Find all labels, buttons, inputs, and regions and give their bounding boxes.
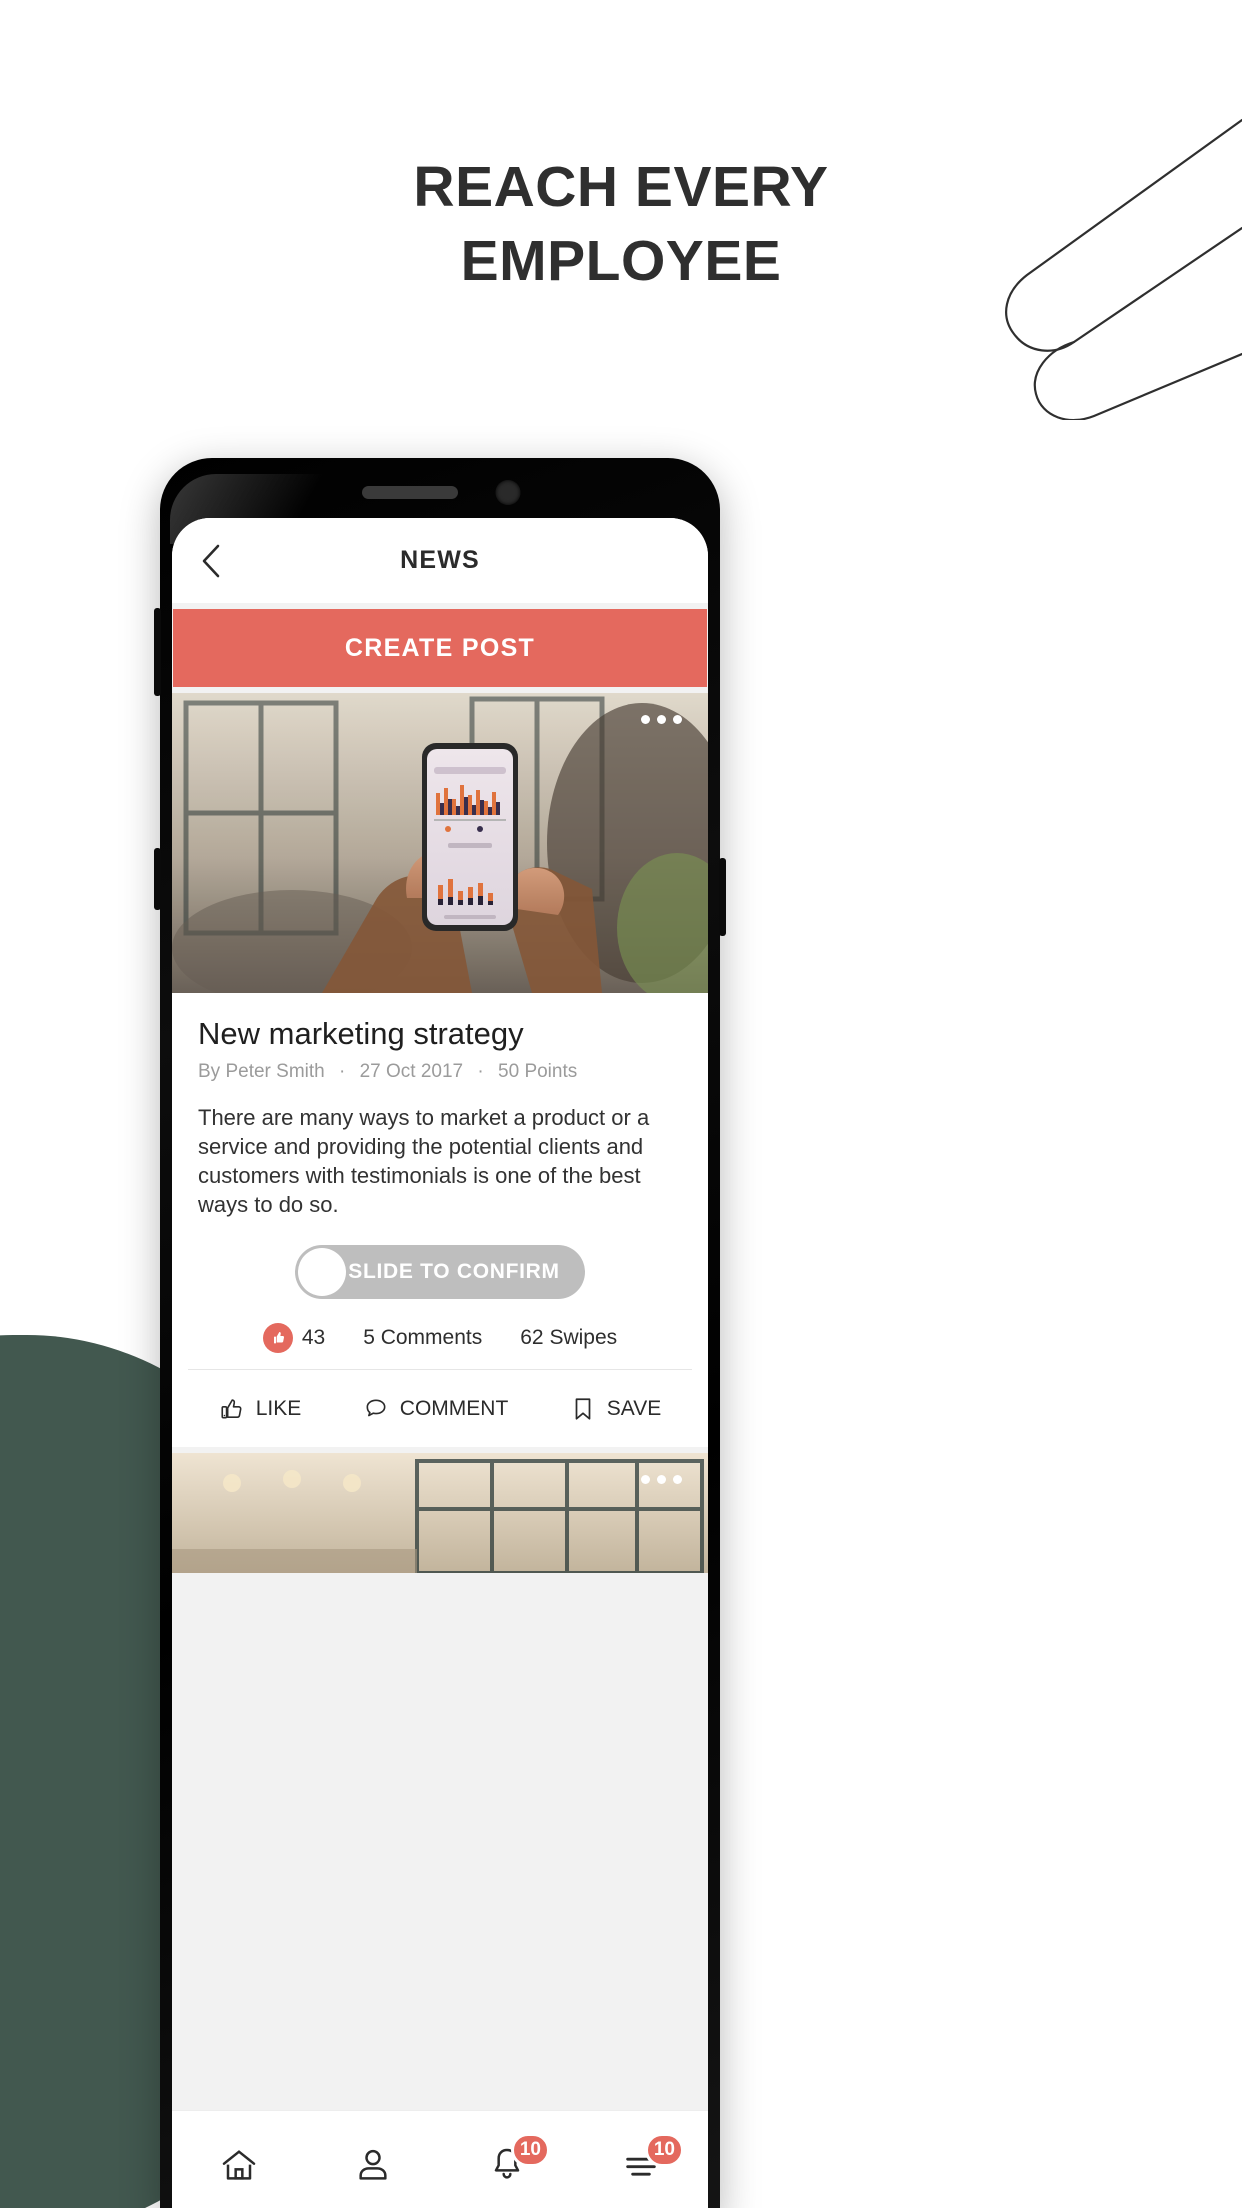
post-meta: By Peter Smith · 27 Oct 2017 · 50 Points (198, 1061, 682, 1083)
create-post-button[interactable]: CREATE POST (173, 609, 707, 687)
thumbs-up-glyph (273, 1332, 284, 1344)
page-headline: REACH EVERY EMPLOYEE (0, 150, 1242, 298)
post-action-bar: LIKE COMMENT SAVE (188, 1369, 692, 1447)
likes-count: 43 (301, 1326, 326, 1350)
likes-stat[interactable]: 43 (262, 1323, 326, 1354)
post-image (172, 693, 708, 993)
like-button[interactable]: LIKE (219, 1396, 302, 1422)
nav-item-menu[interactable]: 10 (606, 2132, 684, 2195)
save-label: SAVE (606, 1396, 662, 1420)
notifications-badge: 10 (510, 2132, 550, 2167)
post-stats: 43 5 Comments 62 Swipes (172, 1305, 708, 1369)
dot-1 (641, 715, 650, 724)
headline-line-2: EMPLOYEE (460, 229, 782, 294)
post-2-photo-graphic (172, 1453, 708, 1574)
post-author: By Peter Smith (198, 1061, 325, 1083)
app-nav-bar: NEWS (172, 518, 708, 603)
post-points: 50 Points (498, 1061, 578, 1083)
bookmark-icon (575, 1398, 591, 1420)
person-icon (359, 2149, 387, 2180)
slider-knob[interactable] (298, 1248, 346, 1297)
post-body: New marketing strategy By Peter Smith · … (172, 993, 708, 1219)
front-camera-icon (495, 480, 521, 505)
thumbs-up-icon (221, 1399, 242, 1419)
swipes-count: 62 Swipes (520, 1326, 618, 1350)
slider-label: SLIDE TO CONFIRM (348, 1260, 560, 1284)
comment-label: COMMENT (399, 1396, 509, 1420)
slide-to-confirm-slider[interactable]: SLIDE TO CONFIRM (295, 1245, 585, 1300)
nav-item-notifications[interactable]: 10 (472, 2132, 550, 2195)
phone-speaker-grille (362, 486, 458, 499)
comments-count: 5 Comments (363, 1326, 483, 1350)
thumbs-up-filled-icon (262, 1323, 293, 1354)
volume-down-button[interactable] (154, 848, 161, 910)
meta-separator-2: · (477, 1061, 484, 1083)
phone-screen: NEWS CREATE POST New marketing strategy … (172, 518, 708, 2208)
post-photo-graphic (172, 693, 708, 993)
headline-line-1: REACH EVERY (413, 155, 829, 219)
dot-1 (641, 1475, 650, 1485)
news-post-card[interactable]: New marketing strategy By Peter Smith · … (172, 693, 708, 1448)
phone-mockup: NEWS CREATE POST New marketing strategy … (154, 458, 726, 2208)
dot-3 (673, 1475, 682, 1485)
page-title: NEWS (400, 546, 480, 574)
comments-stat[interactable]: 5 Comments (363, 1326, 482, 1350)
post-2-image (172, 1453, 708, 1574)
nav-item-home[interactable] (204, 2135, 274, 2195)
dot-2 (657, 715, 666, 724)
post-title: New marketing strategy (198, 1016, 524, 1051)
nav-item-profile[interactable] (338, 2135, 408, 2195)
comment-bubble-icon (366, 1399, 386, 1417)
post-date: 27 Oct 2017 (359, 1061, 464, 1083)
marketing-page: REACH EVERY EMPLOYEE NEWS CREATE POST Ne… (0, 0, 1242, 2208)
news-feed[interactable]: CREATE POST New marketing strategy By Pe… (172, 603, 708, 2110)
power-button[interactable] (719, 858, 726, 936)
meta-separator-1: · (339, 1061, 346, 1083)
like-label: LIKE (255, 1396, 302, 1420)
volume-up-button[interactable] (154, 608, 161, 696)
comment-button[interactable]: COMMENT (363, 1396, 509, 1422)
swipes-stat[interactable]: 62 Swipes (520, 1326, 617, 1350)
home-icon (222, 2149, 256, 2180)
news-post-card-2[interactable] (172, 1453, 708, 1574)
dot-2 (657, 1475, 666, 1485)
save-button[interactable]: SAVE (570, 1396, 661, 1422)
menu-badge: 10 (644, 2132, 684, 2167)
post-text: There are many ways to market a product … (198, 1105, 650, 1218)
bottom-navigation: 10 10 (172, 2110, 708, 2208)
post-2-options-button[interactable] (641, 1475, 682, 1485)
post-options-button[interactable] (641, 715, 682, 724)
dot-3 (673, 715, 682, 724)
confirm-slider-row: SLIDE TO CONFIRM (172, 1219, 708, 1305)
create-post-section: CREATE POST (172, 603, 708, 687)
